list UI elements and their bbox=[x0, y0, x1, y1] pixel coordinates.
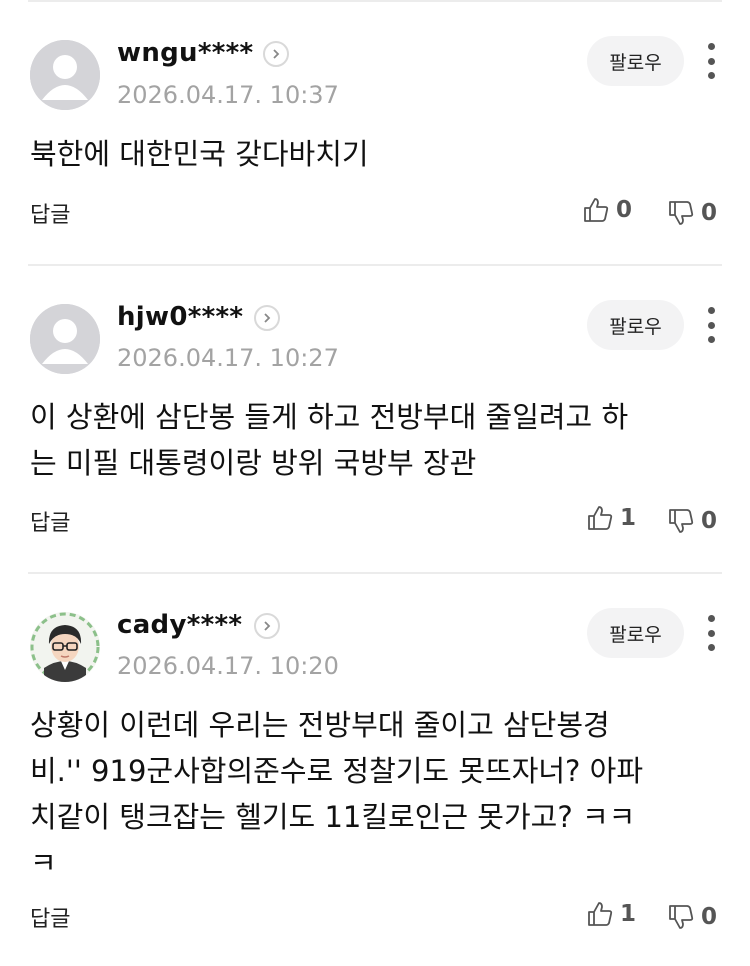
username[interactable]: cady**** bbox=[117, 610, 242, 640]
reply-button[interactable]: 답글 bbox=[30, 901, 70, 933]
avatar[interactable] bbox=[30, 612, 100, 682]
more-vertical-icon[interactable] bbox=[701, 615, 721, 651]
chevron-right-icon[interactable] bbox=[254, 613, 280, 639]
dislike-button[interactable]: 0 bbox=[667, 903, 717, 931]
like-count: 1 bbox=[620, 901, 637, 927]
comment-line: ㅋ bbox=[30, 846, 57, 880]
dislike-count: 0 bbox=[701, 904, 718, 930]
comment-line: 비.'' 919군사합의준수로 정찰기도 못뜨자너? 아파 bbox=[30, 754, 644, 788]
comment-item: cady**** 2026.04.17. 10:20 팔로우 상황이 이런데 우… bbox=[0, 0, 750, 966]
follow-button[interactable]: 팔로우 bbox=[587, 608, 684, 658]
comment-line: 치같이 탱크잡는 헬기도 11킬로인근 못가고? ㅋㅋ bbox=[30, 800, 636, 834]
user-avatar-icon bbox=[30, 612, 100, 682]
comment-timestamp: 2026.04.17. 10:20 bbox=[117, 652, 339, 680]
thumbs-up-icon bbox=[588, 902, 613, 926]
comment-line: 상황이 이런데 우리는 전방부대 줄이고 삼단봉경 bbox=[30, 708, 610, 742]
comment-body: 상황이 이런데 우리는 전방부대 줄이고 삼단봉경 비.'' 919군사합의준수… bbox=[30, 702, 720, 886]
thumbs-down-icon bbox=[669, 905, 694, 929]
like-button[interactable]: 1 bbox=[586, 900, 636, 928]
